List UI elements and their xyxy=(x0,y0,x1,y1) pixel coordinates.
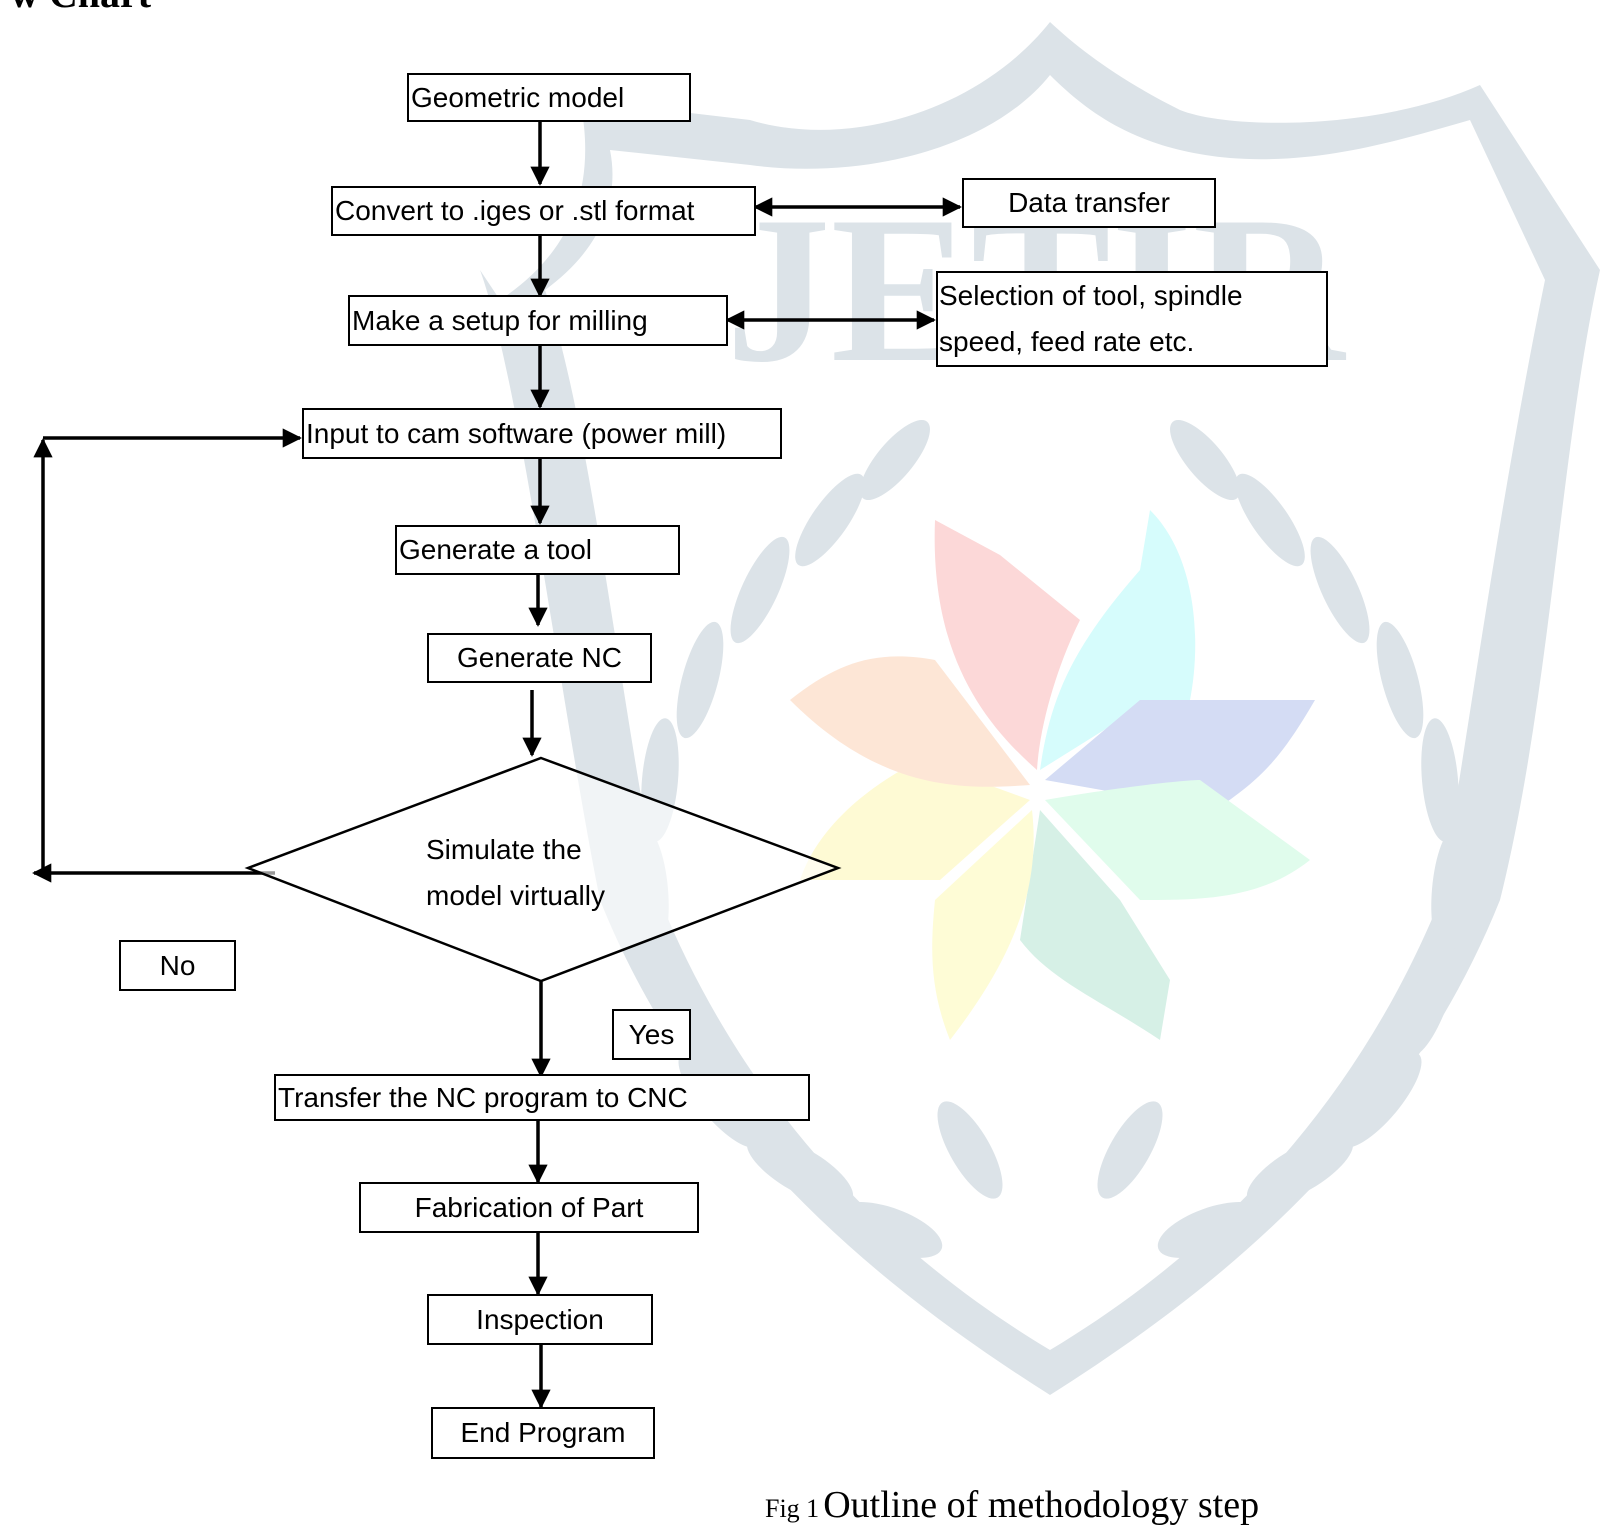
decision-label-line1: Simulate the xyxy=(426,834,582,865)
step-label: Input to cam software (power mill) xyxy=(306,417,727,449)
side-label-line1: Selection of tool, spindle xyxy=(939,280,1243,311)
step-inspection: Inspection xyxy=(427,1294,653,1345)
branch-label-no: No xyxy=(119,940,236,991)
step-end-program: End Program xyxy=(431,1407,655,1459)
step-generate-tool: Generate a tool xyxy=(395,525,680,575)
flowchart-figure: JETIR w Chart xyxy=(0,0,1605,1526)
connectors xyxy=(32,121,962,1409)
step-convert-format: Convert to .iges or .stl format xyxy=(331,186,756,236)
step-label: Make a setup for milling xyxy=(352,304,648,336)
step-label: Inspection xyxy=(476,1303,604,1335)
step-label: Geometric model xyxy=(411,81,625,113)
step-label: Generate a tool xyxy=(399,534,593,565)
side-label-line2: speed, feed rate etc. xyxy=(939,326,1195,357)
no-text: No xyxy=(159,949,196,981)
box-data-transfer: Data transfer xyxy=(962,178,1216,228)
step-label: Fabrication of Part xyxy=(414,1191,644,1223)
branch-label-yes: Yes xyxy=(612,1009,691,1060)
step-setup-milling: Make a setup for milling xyxy=(348,295,728,346)
side-label: Data transfer xyxy=(1008,187,1170,218)
step-input-cam: Input to cam software (power mill) xyxy=(302,408,782,459)
decision-label: Simulate the model virtually xyxy=(426,827,605,919)
yes-text: Yes xyxy=(628,1018,675,1050)
section-heading: w Chart xyxy=(10,0,151,17)
caption-prefix: Fig 1 xyxy=(765,1494,820,1523)
decision-label-line2: model virtually xyxy=(426,880,605,911)
step-generate-nc: Generate NC xyxy=(427,633,652,683)
step-fabrication: Fabrication of Part xyxy=(359,1182,699,1233)
step-label: Transfer the NC program to CNC xyxy=(278,1081,688,1113)
step-label: End Program xyxy=(460,1417,626,1448)
step-label: Generate NC xyxy=(457,642,622,673)
box-selection-params: Selection of tool, spindle speed, feed r… xyxy=(936,271,1328,367)
step-transfer-nc: Transfer the NC program to CNC xyxy=(274,1074,810,1121)
caption-title: Outline of methodology step xyxy=(823,1484,1260,1526)
figure-caption: Fig 1 Outline of methodology step xyxy=(765,1483,1259,1527)
step-geometric-model: Geometric model xyxy=(407,73,691,122)
step-label: Convert to .iges or .stl format xyxy=(335,195,695,226)
